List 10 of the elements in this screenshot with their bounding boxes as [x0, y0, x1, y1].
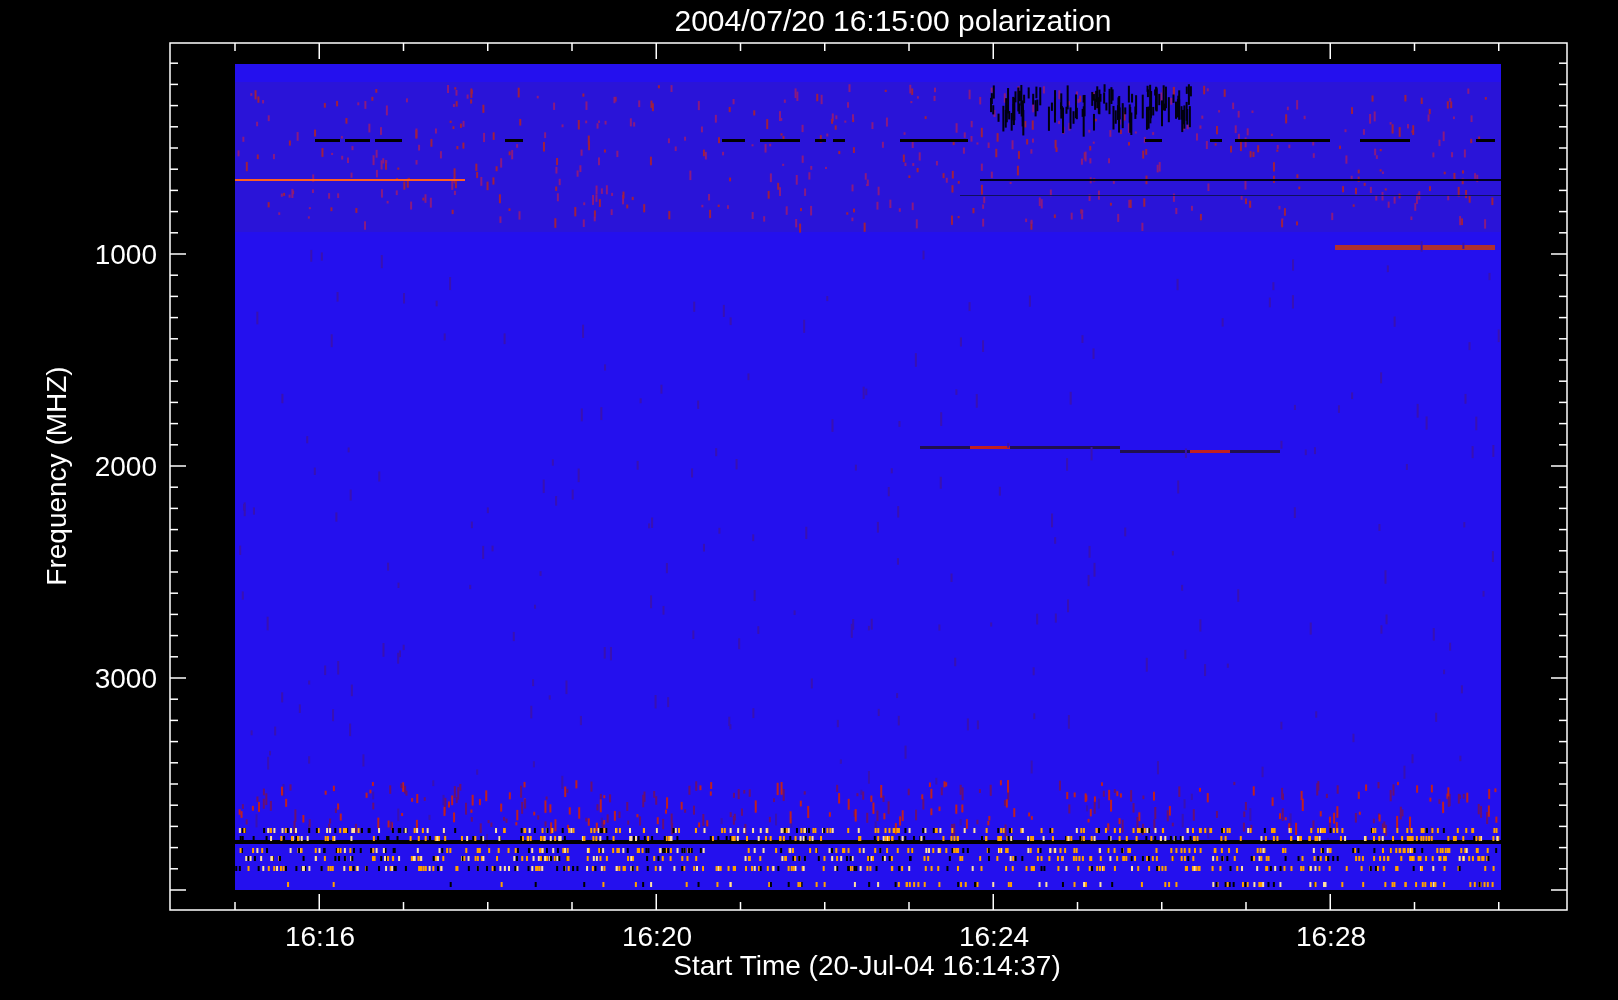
- tick-label: 16:24: [958, 920, 1030, 952]
- axis-label: Frequency (MHZ): [40, 366, 72, 586]
- tick-label: 2000: [94, 450, 157, 482]
- tick-label: 1000: [94, 238, 157, 270]
- axis-label: Start Time (20-Jul-04 16:14:37): [673, 949, 1061, 981]
- tick-label: 16:16: [284, 920, 356, 952]
- plot-title: 2004/07/20 16:15:00 polarization: [674, 3, 1112, 37]
- tick-label: 3000: [94, 662, 157, 694]
- tick-label: 16:28: [1295, 920, 1367, 952]
- tick-label: 16:20: [621, 920, 693, 952]
